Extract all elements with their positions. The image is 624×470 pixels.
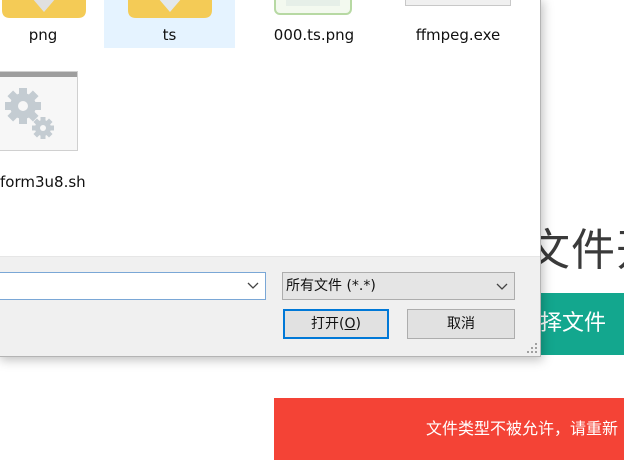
folder-icon	[128, 0, 212, 18]
screen: 文件开 择文件 文件类型不被允许，请重新 png ts	[0, 0, 624, 470]
cancel-button[interactable]: 取消	[407, 309, 515, 339]
filetype-select[interactable]: 所有文件 (*.*)	[282, 272, 515, 300]
file-open-dialog: png ts 000.ts.png ffmpeg.exe form3u8.sh …	[0, 0, 541, 357]
chevron-down-icon	[496, 283, 508, 290]
error-banner: 文件类型不被允许，请重新	[274, 398, 624, 460]
file-name: ts	[162, 26, 177, 44]
folder-icon	[2, 0, 86, 18]
filetype-selected: 所有文件 (*.*)	[286, 278, 376, 294]
open-accelerator: O	[344, 316, 356, 332]
file-name: png	[28, 26, 58, 44]
file-name: ffmpeg.exe	[415, 26, 501, 44]
open-label-end: )	[355, 316, 361, 332]
dialog-footer: 所有文件 (*.*) 打开(O) 取消	[0, 256, 540, 356]
file-name: form3u8.sh	[0, 173, 86, 191]
filename-input[interactable]	[0, 272, 266, 300]
file-item-ts[interactable]: ts	[104, 0, 235, 48]
file-item-png[interactable]: png	[0, 0, 98, 50]
file-name: 000.ts.png	[273, 26, 355, 44]
chevron-down-icon[interactable]	[247, 279, 259, 291]
script-file-icon	[0, 71, 78, 151]
file-list[interactable]: png ts 000.ts.png ffmpeg.exe form3u8.sh	[0, 0, 540, 256]
file-item-ffmpeg-exe[interactable]: ffmpeg.exe	[398, 0, 518, 48]
open-label: 打开(	[311, 316, 345, 332]
open-button[interactable]: 打开(O)	[283, 309, 389, 339]
resize-grip-icon[interactable]	[526, 342, 538, 354]
file-item-form3u8-sh[interactable]: form3u8.sh	[0, 71, 98, 196]
image-file-icon	[274, 0, 352, 15]
file-item-000-ts-png[interactable]: 000.ts.png	[256, 0, 372, 48]
exe-file-icon	[405, 0, 511, 6]
